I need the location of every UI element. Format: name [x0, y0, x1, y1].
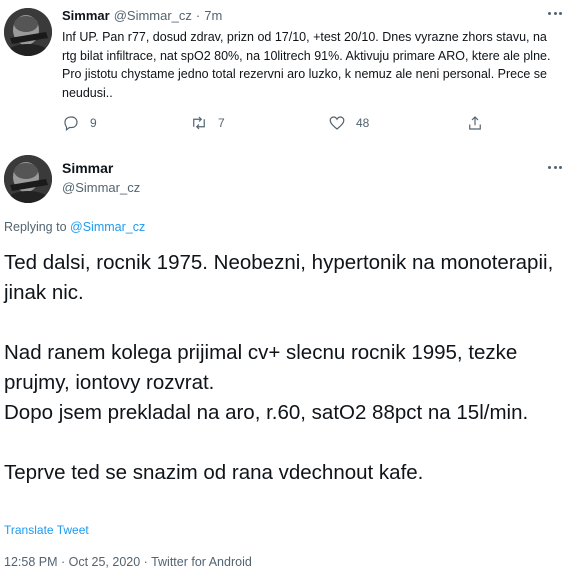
- avatar[interactable]: [4, 155, 52, 203]
- reply-icon: [64, 116, 78, 131]
- user-handle[interactable]: @Simmar_cz: [62, 180, 140, 195]
- replying-handle-link[interactable]: @Simmar_cz: [70, 220, 145, 234]
- retweet-button[interactable]: 7: [190, 114, 225, 132]
- share-button[interactable]: [466, 114, 484, 132]
- tweet-header: Simmar @Simmar_cz · 7m: [62, 8, 222, 23]
- tweet-text: Inf UP. Pan r77, dosud zdrav, prizn od 1…: [62, 30, 551, 100]
- tweet-text: Ted dalsi, rocnik 1975. Neobezni, hypert…: [4, 251, 554, 484]
- tweet-time[interactable]: 7m: [204, 8, 222, 23]
- like-button[interactable]: 48: [328, 114, 369, 132]
- share-icon: [469, 116, 481, 130]
- user-name[interactable]: Simmar: [62, 8, 110, 23]
- like-count: 48: [356, 116, 370, 130]
- reply-count: 9: [90, 116, 97, 130]
- avatar[interactable]: [4, 8, 52, 56]
- retweet-icon: [193, 116, 205, 130]
- translate-tweet-link[interactable]: Translate Tweet: [4, 523, 89, 537]
- user-name[interactable]: Simmar: [62, 160, 113, 176]
- tweet-actions: 9 7 48: [62, 114, 502, 134]
- more-icon[interactable]: [548, 6, 562, 20]
- separator: ·: [195, 8, 201, 23]
- replying-label: Replying to: [4, 220, 67, 234]
- replying-to: Replying to @Simmar_cz: [4, 220, 145, 234]
- like-icon: [329, 116, 345, 130]
- more-icon[interactable]: [548, 160, 562, 174]
- reply-button[interactable]: 9: [62, 114, 97, 132]
- tweet-timestamp[interactable]: 12:58 PM · Oct 25, 2020 · Twitter for An…: [4, 555, 252, 569]
- user-handle[interactable]: @Simmar_cz: [114, 8, 192, 23]
- retweet-count: 7: [218, 116, 225, 130]
